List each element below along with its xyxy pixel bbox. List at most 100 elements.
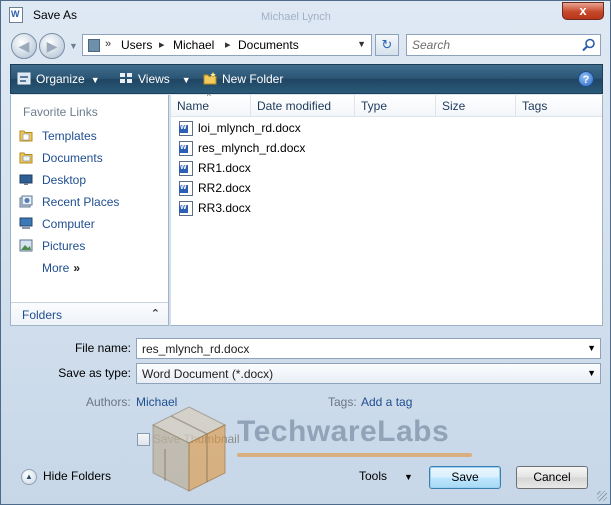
word-document-icon xyxy=(179,161,193,176)
cancel-button[interactable]: Cancel xyxy=(516,466,588,489)
column-header-label: Tags xyxy=(522,99,548,113)
templates-folder-icon xyxy=(19,130,33,142)
views-dropdown-icon: ▼ xyxy=(181,75,191,85)
organize-button[interactable]: Organize ▼ xyxy=(17,72,100,86)
sidebar-item-desktop[interactable]: Desktop xyxy=(17,170,167,190)
word-document-icon xyxy=(9,7,23,23)
forward-button[interactable]: ▶ xyxy=(39,33,65,59)
back-arrow-icon: ◀ xyxy=(18,38,30,54)
word-document-icon xyxy=(179,141,193,156)
recent-places-icon xyxy=(19,195,33,208)
search-placeholder: Search xyxy=(412,38,451,52)
add-tag-field[interactable]: Add a tag xyxy=(361,395,412,409)
breadcrumb-documents[interactable]: Documents xyxy=(238,38,299,52)
file-item[interactable]: res_mlynch_rd.docx xyxy=(179,139,379,158)
breadcrumb-root-separator[interactable]: » xyxy=(105,38,111,50)
column-header-label: Name xyxy=(177,99,210,113)
resize-grip-icon[interactable] xyxy=(597,491,607,501)
column-header-label: Date modified xyxy=(257,99,332,113)
column-header-label: Type xyxy=(361,99,388,113)
address-bar[interactable]: » Users ▸ Michael ▸ Documents ▼ xyxy=(82,34,372,56)
breadcrumb-michael[interactable]: Michael xyxy=(173,38,214,52)
back-button[interactable]: ◀ xyxy=(11,33,37,59)
column-header-tags[interactable]: Tags xyxy=(516,95,602,117)
views-button[interactable]: Views ▼ xyxy=(119,72,191,86)
breadcrumb-separator-icon[interactable]: ▸ xyxy=(159,38,165,51)
hide-folders-label: Hide Folders xyxy=(43,469,112,483)
column-header-label: Size xyxy=(442,99,466,113)
column-header-type[interactable]: Type xyxy=(355,95,436,117)
refresh-button[interactable]: ↻ xyxy=(375,34,399,56)
documents-folder-icon xyxy=(19,152,33,164)
column-header-size[interactable]: Size xyxy=(436,95,516,117)
sidebar-item-label: Computer xyxy=(42,217,95,231)
refresh-icon: ↻ xyxy=(381,37,393,52)
breadcrumb-users[interactable]: Users xyxy=(121,38,152,52)
sidebar-item-recent-places[interactable]: Recent Places xyxy=(17,192,167,212)
file-name: loi_mlynch_rd.docx xyxy=(198,121,301,135)
save-thumbnail-checkbox[interactable] xyxy=(137,433,150,446)
save-as-type-dropdown-icon[interactable]: ▼ xyxy=(587,368,596,378)
authors-value[interactable]: Michael xyxy=(136,395,177,409)
navigation-pane: Favorite Links Templates Documents Deskt… xyxy=(10,95,169,326)
column-header-date-modified[interactable]: Date modified xyxy=(251,95,355,117)
chevron-up-icon: ⌃ xyxy=(150,308,160,320)
file-item[interactable]: RR1.docx xyxy=(179,159,379,178)
file-name: res_mlynch_rd.docx xyxy=(198,141,306,155)
new-folder-button[interactable]: New Folder xyxy=(203,72,283,86)
close-button[interactable]: x xyxy=(562,2,604,20)
file-item[interactable]: loi_mlynch_rd.docx xyxy=(179,119,379,138)
organize-dropdown-icon: ▼ xyxy=(90,75,100,85)
chevron-up-icon: ▲ xyxy=(21,469,37,485)
background-window-title: Michael Lynch xyxy=(261,11,331,23)
file-item[interactable]: RR3.docx xyxy=(179,199,379,218)
save-as-type-select[interactable]: Word Document (*.docx) ▼ xyxy=(136,363,601,384)
file-name: RR3.docx xyxy=(198,201,251,215)
folder-location-icon xyxy=(88,39,100,52)
save-as-type-value: Word Document (*.docx) xyxy=(142,367,274,381)
word-document-icon xyxy=(179,181,193,196)
sidebar-item-label: Pictures xyxy=(42,239,86,253)
sidebar-item-label: Desktop xyxy=(42,173,87,187)
tools-dropdown-icon[interactable]: ▼ xyxy=(404,472,413,482)
desktop-icon xyxy=(19,174,33,185)
command-toolbar: Organize ▼ Views ▼ New Folder ? xyxy=(10,64,603,94)
file-item[interactable]: RR2.docx xyxy=(179,179,379,198)
file-name: RR2.docx xyxy=(198,181,251,195)
recent-pages-dropdown-icon[interactable]: ▼ xyxy=(69,41,78,51)
search-icon[interactable] xyxy=(582,38,596,52)
organize-icon xyxy=(17,72,31,85)
folders-toggle-bar[interactable]: Folders ⌃ xyxy=(11,302,168,325)
sidebar-item-label: Templates xyxy=(42,129,97,143)
search-input[interactable]: Search xyxy=(406,34,601,56)
views-label: Views xyxy=(138,72,170,86)
sidebar-more-link[interactable]: More» xyxy=(17,258,167,278)
more-label: More» xyxy=(42,261,81,275)
sort-ascending-icon: ^ xyxy=(207,92,211,101)
file-name: RR1.docx xyxy=(198,161,251,175)
new-folder-icon xyxy=(203,72,217,85)
sidebar-item-documents[interactable]: Documents xyxy=(17,148,167,168)
breadcrumb-separator-icon[interactable]: ▸ xyxy=(225,38,231,51)
column-header-name[interactable]: ^ Name xyxy=(171,92,251,117)
file-name-input[interactable]: res_mlynch_rd.docx ▼ xyxy=(136,338,601,359)
authors-label: Authors: xyxy=(86,395,131,409)
help-icon[interactable]: ? xyxy=(578,71,594,87)
sidebar-item-templates[interactable]: Templates xyxy=(17,126,167,146)
watermark-text: TechwareLabs xyxy=(237,415,450,448)
favorite-links-header: Favorite Links xyxy=(23,105,98,119)
sidebar-item-pictures[interactable]: Pictures xyxy=(17,236,167,256)
save-as-dialog: Save As Michael Lynch x ◀ ▶ ▼ » Users ▸ … xyxy=(0,0,611,505)
address-dropdown-icon[interactable]: ▼ xyxy=(357,39,366,49)
file-list[interactable]: ^ Name Date modified Type Size Tags loi_… xyxy=(170,92,603,326)
save-button[interactable]: Save xyxy=(429,466,501,489)
views-icon xyxy=(120,73,132,83)
title-bar[interactable]: Save As Michael Lynch x xyxy=(1,1,610,29)
tools-menu-button[interactable]: Tools xyxy=(359,469,387,483)
tags-label: Tags: xyxy=(328,395,357,409)
save-thumbnail-label[interactable]: Save Thumbnail xyxy=(153,432,240,446)
folders-label: Folders xyxy=(22,308,63,322)
sidebar-item-computer[interactable]: Computer xyxy=(17,214,167,234)
file-name-dropdown-icon[interactable]: ▼ xyxy=(587,343,596,353)
pictures-icon xyxy=(19,239,33,252)
